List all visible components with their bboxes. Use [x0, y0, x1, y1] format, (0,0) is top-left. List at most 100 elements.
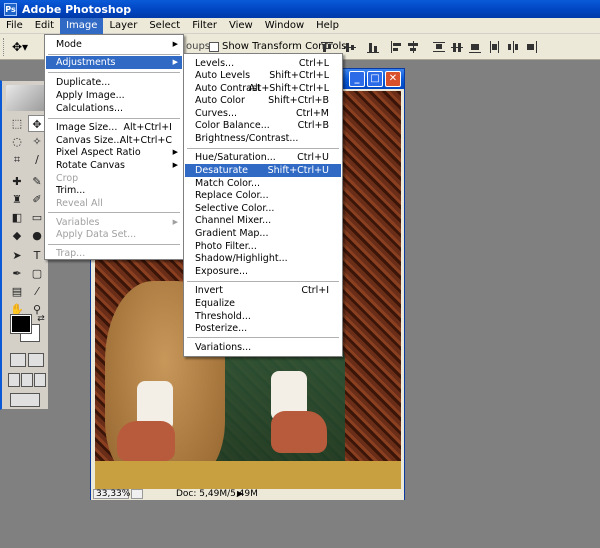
- menu-filter[interactable]: Filter: [186, 18, 223, 34]
- photo-shoe-left: [117, 421, 175, 461]
- menu-item-calculations[interactable]: Calculations...: [46, 102, 182, 115]
- menu-bar: File Edit Image Layer Select Filter View…: [0, 17, 600, 34]
- menu-item-reveal-all: Reveal All: [56, 198, 103, 209]
- menu-item-image-size[interactable]: Image Size... Alt+Ctrl+I: [46, 121, 182, 134]
- crop-tool-icon[interactable]: ⌗: [8, 151, 26, 168]
- shape-tool-icon[interactable]: ▢: [28, 265, 46, 282]
- marquee-tool-icon[interactable]: ⬚: [8, 115, 26, 132]
- menu-separator: [48, 244, 180, 245]
- jump-to-imageready-button[interactable]: [10, 393, 40, 407]
- menu-separator: [48, 212, 180, 213]
- auto-select-groups-label: oups: [186, 41, 211, 52]
- eraser-tool-icon[interactable]: ◧: [8, 209, 26, 226]
- menu-separator: [187, 148, 339, 149]
- pen-tool-icon[interactable]: ✒: [8, 265, 26, 282]
- menu-item-gradient-map[interactable]: Gradient Map...: [185, 227, 341, 240]
- clone-stamp-tool-icon[interactable]: ♜: [8, 191, 26, 208]
- menu-item-auto-color[interactable]: Auto Color Shift+Ctrl+B: [185, 94, 341, 107]
- menu-separator: [187, 281, 339, 282]
- maximize-icon[interactable]: □: [367, 71, 383, 87]
- menu-item-brightness-contrast[interactable]: Brightness/Contrast...: [185, 132, 341, 145]
- menu-item-auto-levels[interactable]: Auto Levels Shift+Ctrl+L: [185, 69, 341, 82]
- swap-colors-icon[interactable]: ⇄: [32, 311, 50, 328]
- show-transform-controls-checkbox[interactable]: [209, 42, 219, 52]
- menu-separator: [187, 337, 339, 338]
- menu-item-apply-data-set: Apply Data Set...: [56, 229, 137, 240]
- distribute-middle-icon[interactable]: [450, 40, 464, 54]
- menu-image[interactable]: Image: [60, 17, 104, 34]
- standard-mode-button[interactable]: [10, 353, 26, 367]
- menu-item-replace-color[interactable]: Replace Color...: [185, 189, 341, 202]
- distribute-left-icon[interactable]: [488, 40, 502, 54]
- status-preview-icon[interactable]: [131, 489, 143, 499]
- menu-item-exposure[interactable]: Exposure...: [185, 265, 341, 278]
- menu-item-apply-image[interactable]: Apply Image...: [46, 89, 182, 102]
- full-screen-menu-mode-button[interactable]: [21, 373, 33, 387]
- menu-item-mode[interactable]: Mode ▶: [46, 38, 182, 51]
- menu-help[interactable]: Help: [310, 18, 345, 34]
- standard-screen-mode-button[interactable]: [8, 373, 20, 387]
- blur-tool-icon[interactable]: ◆: [8, 227, 26, 244]
- distribute-right-icon[interactable]: [524, 40, 538, 54]
- menu-separator: [48, 118, 180, 119]
- menu-separator: [48, 72, 180, 73]
- menu-view[interactable]: View: [223, 18, 259, 34]
- path-selection-tool-icon[interactable]: ➤: [8, 247, 26, 264]
- menu-item-equalize[interactable]: Equalize: [185, 297, 341, 310]
- align-left-icon[interactable]: [389, 40, 403, 54]
- menu-item-posterize[interactable]: Posterize...: [185, 322, 341, 335]
- align-middle-icon[interactable]: [343, 40, 357, 54]
- minimize-icon[interactable]: _: [349, 71, 365, 87]
- menu-select[interactable]: Select: [143, 18, 186, 34]
- menu-item-pixel-aspect-ratio[interactable]: Pixel Aspect Ratio ▶: [46, 146, 182, 159]
- status-menu-arrow-icon[interactable]: ▶: [237, 489, 243, 498]
- photoshop-logo-icon: Ps: [4, 2, 17, 16]
- doc-size-info: Doc: 5,49M/5,49M: [176, 489, 258, 499]
- foreground-color-swatch[interactable]: [10, 314, 32, 334]
- submenu-arrow-icon: ▶: [172, 40, 178, 48]
- photo-shoe-right: [271, 411, 327, 453]
- menu-item-adjustments[interactable]: Adjustments ▶: [46, 56, 182, 69]
- menu-separator: [48, 54, 180, 55]
- menu-file[interactable]: File: [0, 18, 29, 34]
- photo-floor: [95, 461, 401, 489]
- photoshop-feather-icon[interactable]: [6, 85, 46, 111]
- quick-mask-mode-button[interactable]: [28, 353, 44, 367]
- distribute-top-icon[interactable]: [432, 40, 446, 54]
- align-top-icon[interactable]: [320, 40, 334, 54]
- move-tool-preset-icon[interactable]: ✥▾: [12, 40, 28, 54]
- menu-item-rotate-canvas[interactable]: Rotate Canvas ▶: [46, 159, 182, 172]
- menu-window[interactable]: Window: [259, 18, 310, 34]
- submenu-arrow-icon: ▶: [172, 148, 178, 156]
- zoom-level: 33,33%: [96, 489, 131, 499]
- menu-item-channel-mixer[interactable]: Channel Mixer...: [185, 214, 341, 227]
- tools-panel: ⬚ ✥ ◌ ✧ ⌗ ∕ ✚ ✎ ♜ ✐ ◧ ▭ ◆ ● ➤ T ✒ ▢ ▤ ⁄ …: [0, 80, 49, 410]
- close-icon[interactable]: ✕: [385, 71, 401, 87]
- menu-layer[interactable]: Layer: [103, 18, 143, 34]
- image-menu-dropdown: Mode ▶ Adjustments ▶ Duplicate... Apply Im…: [44, 34, 184, 260]
- distribute-bottom-icon[interactable]: [468, 40, 482, 54]
- submenu-arrow-icon: ▶: [172, 58, 178, 66]
- app-title-bar: Ps Adobe Photoshop: [0, 0, 600, 18]
- menu-item-trap: Trap...: [56, 248, 86, 259]
- distribute-center-icon[interactable]: [506, 40, 520, 54]
- submenu-arrow-icon: ▶: [172, 161, 178, 169]
- menu-item-desaturate[interactable]: Desaturate Shift+Ctrl+U: [185, 164, 341, 177]
- adjustments-submenu: Levels... Ctrl+L Auto Levels Shift+Ctrl+L …: [183, 53, 343, 357]
- options-bar-grip[interactable]: [3, 38, 6, 56]
- menu-item-color-balance[interactable]: Color Balance... Ctrl+B: [185, 119, 341, 132]
- align-center-icon[interactable]: [406, 40, 420, 54]
- menu-item-variations[interactable]: Variations...: [185, 341, 341, 354]
- menu-item-trim[interactable]: Trim...: [46, 184, 182, 197]
- menu-item-shadow-highlight[interactable]: Shadow/Highlight...: [185, 252, 341, 265]
- menu-item-duplicate[interactable]: Duplicate...: [46, 76, 182, 89]
- lasso-tool-icon[interactable]: ◌: [8, 133, 26, 150]
- menu-edit[interactable]: Edit: [29, 18, 60, 34]
- menu-item-invert[interactable]: Invert Ctrl+I: [185, 284, 341, 297]
- notes-tool-icon[interactable]: ▤: [8, 283, 26, 300]
- full-screen-mode-button[interactable]: [34, 373, 46, 387]
- healing-brush-tool-icon[interactable]: ✚: [8, 173, 26, 190]
- eyedropper-tool-icon[interactable]: ⁄: [28, 283, 46, 300]
- menu-item-hue-saturation[interactable]: Hue/Saturation... Ctrl+U: [185, 151, 341, 164]
- align-bottom-icon[interactable]: [366, 40, 380, 54]
